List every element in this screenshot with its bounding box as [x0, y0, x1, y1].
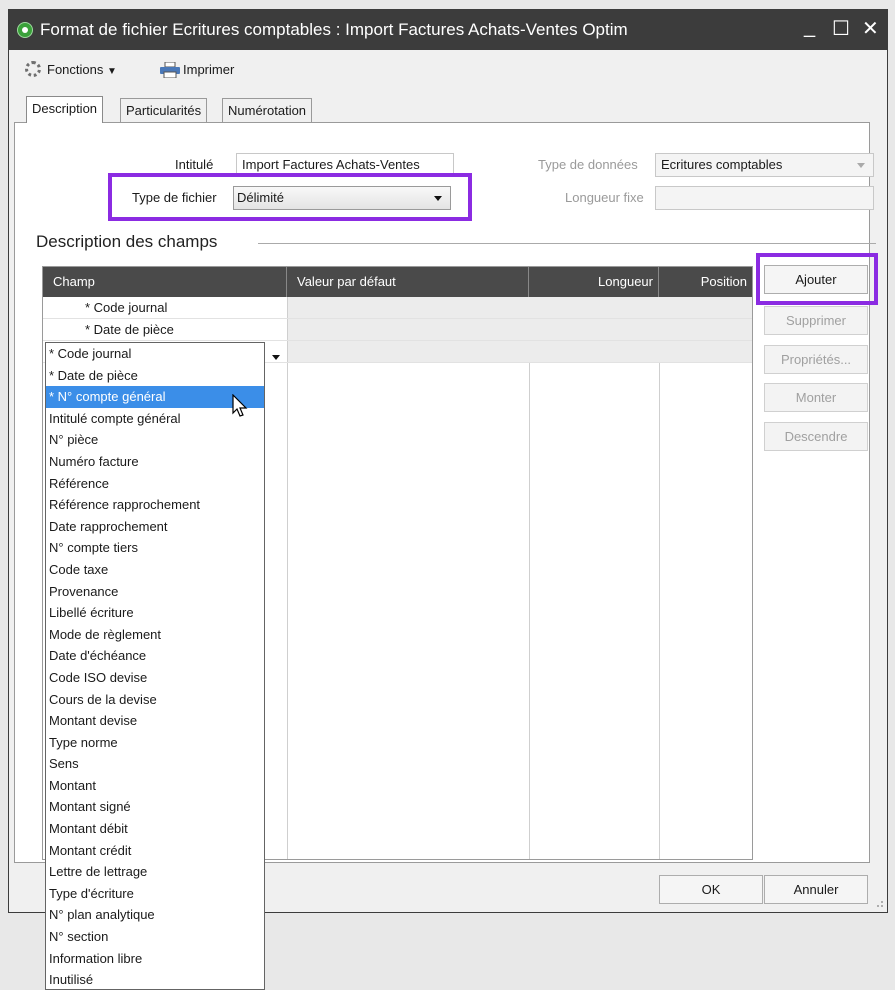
close-button[interactable]: ✕ [862, 16, 879, 41]
dropdown-option[interactable]: Date rapprochement [46, 516, 264, 538]
dropdown-option[interactable]: Provenance [46, 581, 264, 603]
dropdown-option[interactable]: Cours de la devise [46, 689, 264, 711]
dropdown-option[interactable]: Date d'échéance [46, 645, 264, 667]
dropdown-option[interactable]: N° compte tiers [46, 537, 264, 559]
column-divider [287, 297, 288, 859]
column-header-valeur[interactable]: Valeur par défaut [287, 267, 529, 297]
tab-numerotation[interactable]: Numérotation [222, 98, 313, 122]
minimize-button[interactable]: _ [804, 16, 815, 39]
dropdown-option[interactable]: Sens [46, 753, 264, 775]
cell-champ: * Code journal [85, 300, 168, 315]
longueur-fixe-input[interactable] [655, 186, 874, 210]
fonctions-menu[interactable]: Fonctions ▼ [47, 62, 117, 77]
title-bar[interactable]: Format de fichier Ecritures comptables :… [9, 10, 887, 50]
column-divider [659, 297, 660, 859]
printer-icon[interactable] [160, 62, 180, 78]
gear-icon[interactable] [25, 61, 41, 77]
dropdown-option[interactable]: Montant crédit [46, 840, 264, 862]
dropdown-option[interactable]: Type d'écriture [46, 883, 264, 905]
chevron-down-icon[interactable] [272, 355, 280, 360]
dropdown-option[interactable]: Référence rapprochement [46, 494, 264, 516]
maximize-button[interactable]: ☐ [832, 16, 850, 41]
intitule-label: Intitulé [175, 157, 214, 172]
cell-champ: * Date de pièce [85, 322, 174, 337]
dropdown-option[interactable]: Inutilisé [46, 969, 264, 989]
annuler-button[interactable]: Annuler [764, 875, 868, 904]
tab-description[interactable]: Description [26, 96, 104, 123]
fonctions-label: Fonctions [47, 62, 104, 77]
dropdown-option[interactable]: N° section [46, 926, 264, 948]
dropdown-option[interactable]: N° pièce [46, 429, 264, 451]
dropdown-option[interactable]: Type norme [46, 732, 264, 754]
row-shade [288, 341, 752, 362]
column-header-champ[interactable]: Champ [43, 267, 287, 297]
section-title: Description des champs [36, 232, 218, 251]
dropdown-option[interactable]: Référence [46, 473, 264, 495]
dropdown-option[interactable]: Code ISO devise [46, 667, 264, 689]
dropdown-option[interactable]: Montant signé [46, 796, 264, 818]
type-donnees-value: Ecritures comptables [661, 157, 783, 172]
highlight-type-fichier [108, 173, 472, 221]
table-row[interactable]: * Date de pièce [43, 319, 752, 341]
dropdown-option[interactable]: Numéro facture [46, 451, 264, 473]
dropdown-option[interactable]: Code taxe [46, 559, 264, 581]
app-icon [17, 22, 33, 38]
tab-particularites[interactable]: Particularités [120, 98, 208, 122]
resize-grip-icon[interactable] [874, 898, 884, 908]
chevron-down-icon [857, 163, 865, 168]
row-shade [288, 297, 752, 318]
dropdown-option[interactable]: Montant débit [46, 818, 264, 840]
type-donnees-label: Type de données [538, 157, 638, 172]
window-title: Format de fichier Ecritures comptables :… [40, 20, 628, 39]
ok-button[interactable]: OK [659, 875, 763, 904]
proprietes-button[interactable]: Propriétés... [764, 345, 868, 374]
longueur-fixe-label: Longueur fixe [565, 190, 644, 205]
type-donnees-select[interactable]: Ecritures comptables [655, 153, 874, 177]
column-header-position[interactable]: Position [659, 267, 752, 297]
toolbar: Fonctions ▼ Imprimer [9, 50, 887, 90]
imprimer-button[interactable]: Imprimer [183, 62, 234, 77]
dropdown-option[interactable]: Information libre [46, 948, 264, 970]
descendre-button[interactable]: Descendre [764, 422, 868, 451]
row-shade [288, 319, 752, 340]
dropdown-option[interactable]: Montant devise [46, 710, 264, 732]
dropdown-option[interactable]: * Date de pièce [46, 365, 264, 387]
dropdown-option[interactable]: Mode de règlement [46, 624, 264, 646]
table-row[interactable]: * Code journal [43, 297, 752, 319]
champ-dropdown-list[interactable]: * Code journal * Date de pièce * N° compte… [45, 342, 265, 990]
section-divider [258, 243, 876, 244]
dropdown-option[interactable]: Libellé écriture [46, 602, 264, 624]
column-header-longueur[interactable]: Longueur [529, 267, 659, 297]
column-divider [529, 297, 530, 859]
highlight-ajouter [756, 253, 878, 305]
dropdown-option[interactable]: Lettre de lettrage [46, 861, 264, 883]
chevron-down-icon: ▼ [107, 66, 117, 77]
dropdown-option[interactable]: Montant [46, 775, 264, 797]
supprimer-button[interactable]: Supprimer [764, 306, 868, 335]
dropdown-option[interactable]: N° plan analytique [46, 904, 264, 926]
monter-button[interactable]: Monter [764, 383, 868, 412]
dropdown-option[interactable]: * Code journal [46, 343, 264, 365]
mouse-cursor-icon [232, 394, 248, 417]
